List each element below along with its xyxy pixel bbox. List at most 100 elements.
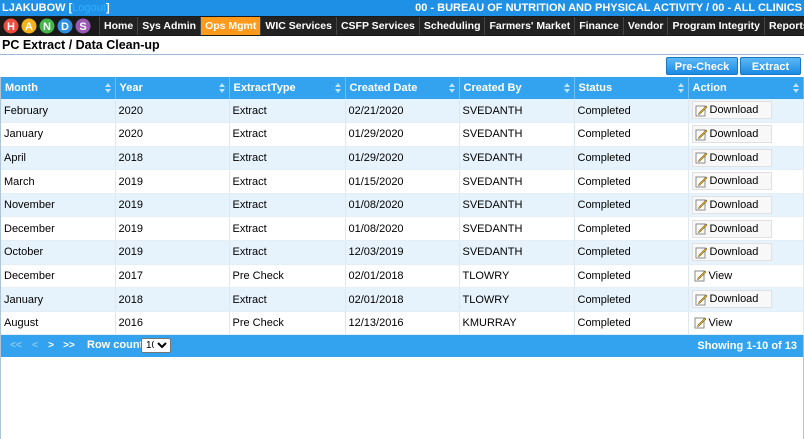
status-cell: Completed: [574, 122, 689, 147]
column-header-created-by[interactable]: Created By: [459, 77, 575, 99]
edit-note-icon: [695, 176, 707, 188]
status-cell: Completed: [574, 264, 689, 289]
status-cell: Completed: [574, 287, 689, 312]
first-page-button[interactable]: <<: [9, 339, 23, 353]
action-cell: Download: [688, 216, 804, 242]
table-row[interactable]: January 2018 Extract 02/01/2018 TLOWRY Comple…: [1, 287, 804, 312]
edit-note-icon: [695, 247, 707, 259]
column-header-label: Action: [692, 82, 727, 94]
column-header-label: Created By: [463, 82, 522, 94]
extract-button[interactable]: Extract: [740, 57, 801, 75]
pre-check-button[interactable]: Pre-Check: [666, 57, 738, 75]
download-button[interactable]: Download: [691, 195, 772, 214]
table-row[interactable]: October 2019 Extract 12/03/2019 SVEDANTH Comp…: [1, 240, 804, 265]
view-button[interactable]: View: [692, 314, 735, 332]
extract-type-cell: Extract: [229, 122, 346, 147]
column-header-status[interactable]: Status: [574, 77, 689, 99]
edit-note-icon: [695, 199, 707, 211]
nav-scheduling[interactable]: Scheduling: [418, 17, 485, 35]
sort-arrows-icon[interactable]: [104, 82, 111, 94]
year-cell: 2019: [115, 240, 230, 265]
created-by-cell: SVEDANTH: [459, 193, 575, 218]
table-row[interactable]: December 2017 Pre Check 02/01/2018 TLOWRY Com…: [1, 264, 804, 289]
month-cell: April: [1, 146, 116, 171]
action-label: View: [708, 269, 733, 282]
table-row[interactable]: January 2020 Extract 01/29/2020 SVEDANTH Comp…: [1, 122, 804, 147]
nav-sys-admin[interactable]: Sys Admin: [137, 17, 201, 35]
status-cell: Completed: [574, 311, 689, 336]
status-cell: Completed: [574, 240, 689, 265]
column-header-label: ExtractType: [233, 82, 296, 94]
table-row[interactable]: November 2019 Extract 01/08/2020 SVEDANTH Com…: [1, 193, 804, 218]
download-button[interactable]: Download: [691, 290, 772, 309]
created-by-cell: KMURRAY: [459, 311, 575, 336]
action-label: View: [708, 316, 733, 329]
year-cell: 2019: [115, 169, 230, 194]
nav-farmers-market[interactable]: Farmers' Market: [484, 17, 575, 35]
column-header-extracttype[interactable]: ExtractType: [229, 77, 346, 99]
year-cell: 2018: [115, 146, 230, 171]
sort-arrows-icon[interactable]: [563, 82, 570, 94]
edit-note-icon: [694, 270, 706, 282]
action-cell: View: [688, 264, 804, 289]
download-button[interactable]: Download: [691, 219, 772, 238]
action-cell: Download: [688, 169, 804, 194]
nav-reports[interactable]: Reports: [764, 17, 804, 35]
column-header-created-date[interactable]: Created Date: [345, 77, 460, 99]
user-name: LJAKUBOW: [2, 2, 66, 14]
view-button[interactable]: View: [692, 267, 735, 285]
status-cell: Completed: [574, 169, 689, 194]
status-cell: Completed: [574, 146, 689, 171]
action-cell: Download: [688, 99, 804, 124]
column-header-action[interactable]: Action: [688, 77, 804, 99]
logout-link[interactable]: Logout: [72, 2, 106, 14]
nav-program-integrity[interactable]: Program Integrity: [667, 17, 765, 35]
nav-finance[interactable]: Finance: [574, 17, 623, 35]
extract-type-cell: Extract: [229, 193, 346, 218]
action-buttons: Pre-Check Extract: [666, 57, 801, 75]
table-row[interactable]: April 2018 Extract 01/29/2020 SVEDANTH Comple…: [1, 146, 804, 171]
sort-arrows-icon[interactable]: [792, 82, 799, 94]
last-page-button[interactable]: >>: [61, 339, 77, 353]
nav-csfp-services[interactable]: CSFP Services: [335, 17, 419, 35]
table-row[interactable]: August 2016 Pre Check 12/13/2016 KMURRAY Comp…: [1, 311, 804, 336]
column-header-month[interactable]: Month: [1, 77, 116, 99]
pager-bar: << < > >> Row count: 10 Showing 1-10 of …: [1, 335, 803, 357]
action-cell: Download: [688, 193, 804, 218]
hands-logo: H A N D S: [0, 16, 98, 36]
table-row[interactable]: March 2019 Extract 01/15/2020 SVEDANTH Comple…: [1, 169, 804, 194]
edit-note-icon: [694, 317, 706, 329]
created-date-cell: 01/29/2020: [345, 146, 460, 171]
row-count-select[interactable]: 10: [141, 338, 171, 353]
sort-arrows-icon[interactable]: [334, 82, 341, 94]
svg-text:H: H: [7, 21, 15, 33]
created-date-cell: 02/21/2020: [345, 99, 460, 124]
sort-arrows-icon[interactable]: [218, 82, 225, 94]
extract-type-cell: Extract: [229, 216, 346, 242]
page-title: PC Extract / Data Clean-up: [2, 38, 160, 52]
action-cell: View: [688, 311, 804, 336]
table-row[interactable]: December 2019 Extract 01/08/2020 SVEDANTH Com…: [1, 216, 804, 242]
nav-wic-services[interactable]: WIC Services: [260, 17, 336, 35]
download-button[interactable]: Download: [691, 125, 772, 144]
prev-page-button[interactable]: <: [29, 339, 41, 353]
extract-type-cell: Extract: [229, 146, 346, 171]
next-page-button[interactable]: >: [45, 339, 57, 353]
table-row[interactable]: February 2020 Extract 02/21/2020 SVEDANTH Com…: [1, 99, 804, 124]
column-header-label: Month: [5, 82, 38, 94]
nav-row: H A N D S Home Sys Admin Ops Mgmt WIC Servi…: [0, 16, 804, 36]
nav-vendor[interactable]: Vendor: [622, 17, 668, 35]
download-button[interactable]: Download: [691, 243, 772, 262]
column-header-year[interactable]: Year: [115, 77, 230, 99]
sort-arrows-icon[interactable]: [677, 82, 684, 94]
year-cell: 2019: [115, 216, 230, 242]
nav-ops-mgmt[interactable]: Ops Mgmt: [200, 17, 261, 35]
sort-arrows-icon[interactable]: [448, 82, 455, 94]
extract-type-cell: Extract: [229, 240, 346, 265]
download-button[interactable]: Download: [691, 172, 772, 191]
download-button[interactable]: Download: [691, 101, 772, 120]
download-button[interactable]: Download: [691, 148, 772, 167]
main-nav: Home Sys Admin Ops Mgmt WIC Services CSFP Se…: [99, 17, 804, 35]
nav-home[interactable]: Home: [99, 17, 138, 35]
year-cell: 2020: [115, 99, 230, 124]
